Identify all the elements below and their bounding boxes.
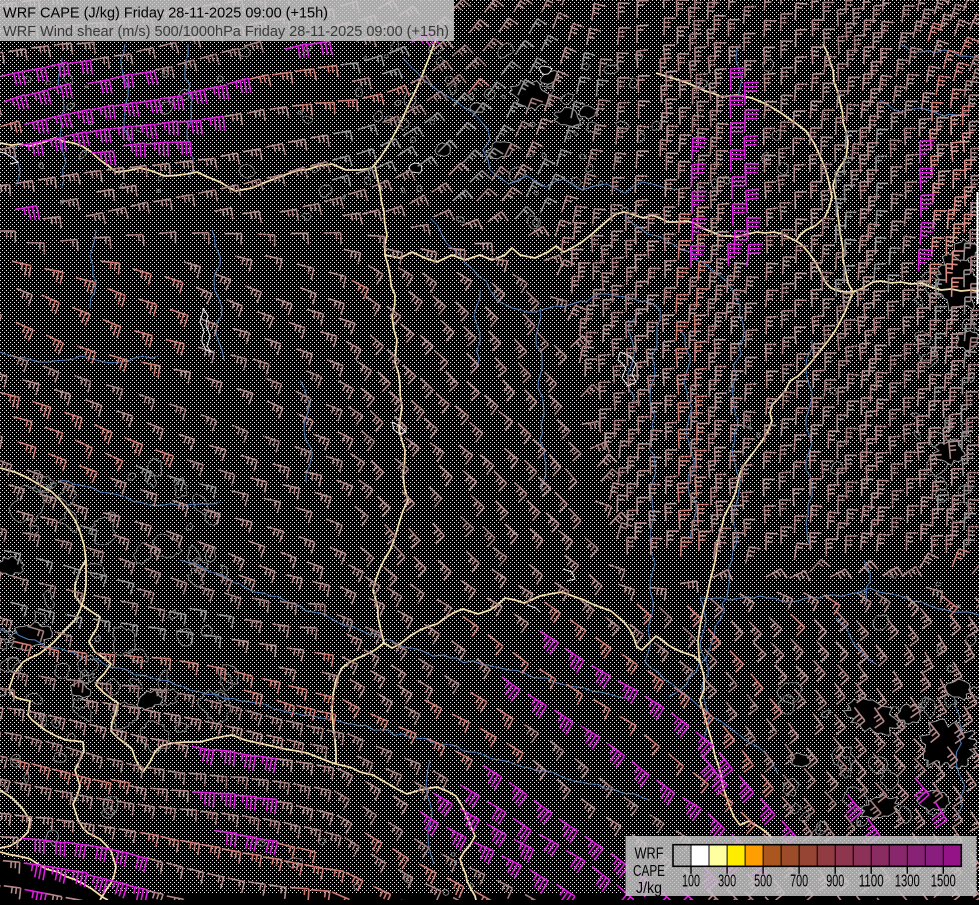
svg-text:WRF Wind shear (m/s) 500/1000h: WRF Wind shear (m/s) 500/1000hPa Friday … xyxy=(3,23,449,40)
svg-text:WRF: WRF xyxy=(635,846,664,863)
svg-text:J/kg: J/kg xyxy=(636,880,662,897)
svg-text:700: 700 xyxy=(790,871,808,891)
svg-text:1100: 1100 xyxy=(859,871,884,891)
svg-text:CAPE: CAPE xyxy=(633,863,665,880)
svg-text:1300: 1300 xyxy=(895,871,920,891)
svg-text:1500: 1500 xyxy=(931,871,956,891)
svg-text:WRF CAPE (J/kg) Friday 28-11-2: WRF CAPE (J/kg) Friday 28-11-2025 09:00 … xyxy=(3,5,328,22)
svg-text:900: 900 xyxy=(826,871,844,891)
svg-text:100: 100 xyxy=(682,871,700,891)
svg-text:500: 500 xyxy=(754,871,772,891)
svg-text:300: 300 xyxy=(718,871,736,891)
